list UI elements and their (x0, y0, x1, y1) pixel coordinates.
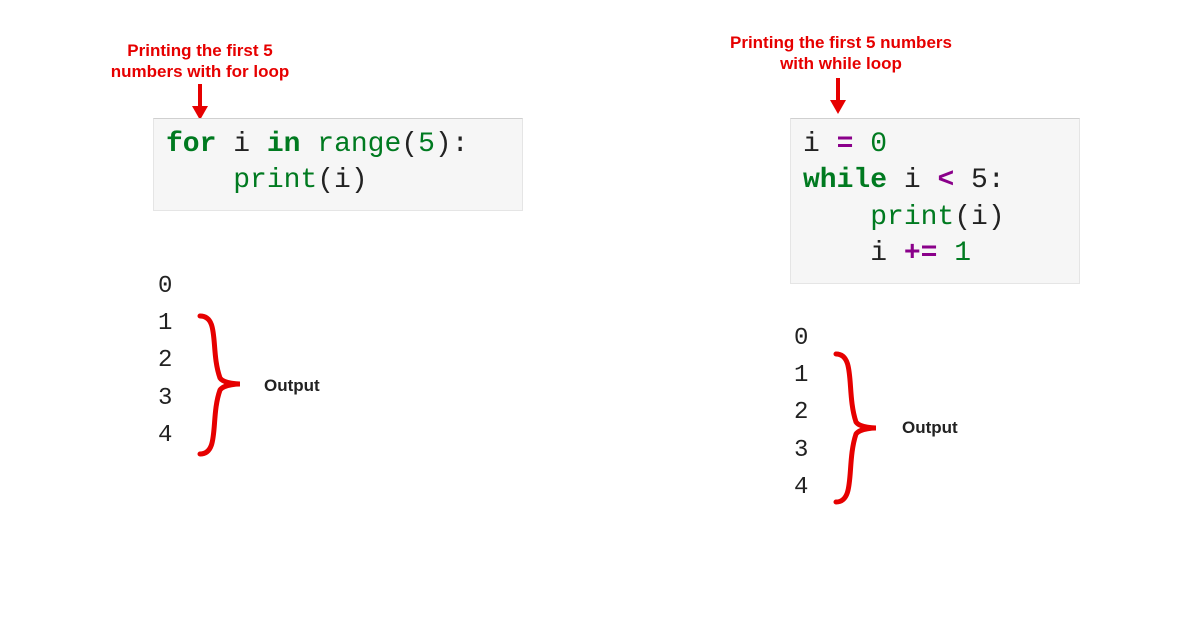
op-assign: = (837, 129, 854, 160)
arrow-down-icon-right (826, 76, 850, 114)
fn-print-left: print (233, 165, 317, 196)
curly-brace-icon-right (828, 348, 898, 508)
kw-in: in (267, 129, 301, 160)
fn-range: range (317, 129, 401, 160)
output-label-left: Output (264, 376, 320, 396)
code-block-while: i = 0 while i < 5: print(i) i += 1 (790, 118, 1080, 284)
op-lt: < (937, 165, 954, 196)
op-plus-eq: += (904, 238, 938, 269)
code-block-for: for i in range(5): print(i) (153, 118, 523, 211)
kw-for: for (166, 129, 216, 160)
output-right: 0 1 2 3 4 (794, 320, 808, 506)
arrow-down-icon-left (188, 82, 212, 120)
annotation-right-text: Printing the first 5 numbers with while … (730, 33, 952, 73)
annotation-left: Printing the first 5 numbers with for lo… (100, 40, 300, 83)
output-label-right: Output (902, 418, 958, 438)
kw-while: while (803, 165, 887, 196)
curly-brace-icon-left (192, 310, 262, 460)
fn-print-right: print (870, 202, 954, 233)
annotation-left-text: Printing the first 5 numbers with for lo… (111, 41, 290, 81)
annotation-right: Printing the first 5 numbers with while … (726, 32, 956, 75)
output-left: 0 1 2 3 4 (158, 268, 172, 454)
